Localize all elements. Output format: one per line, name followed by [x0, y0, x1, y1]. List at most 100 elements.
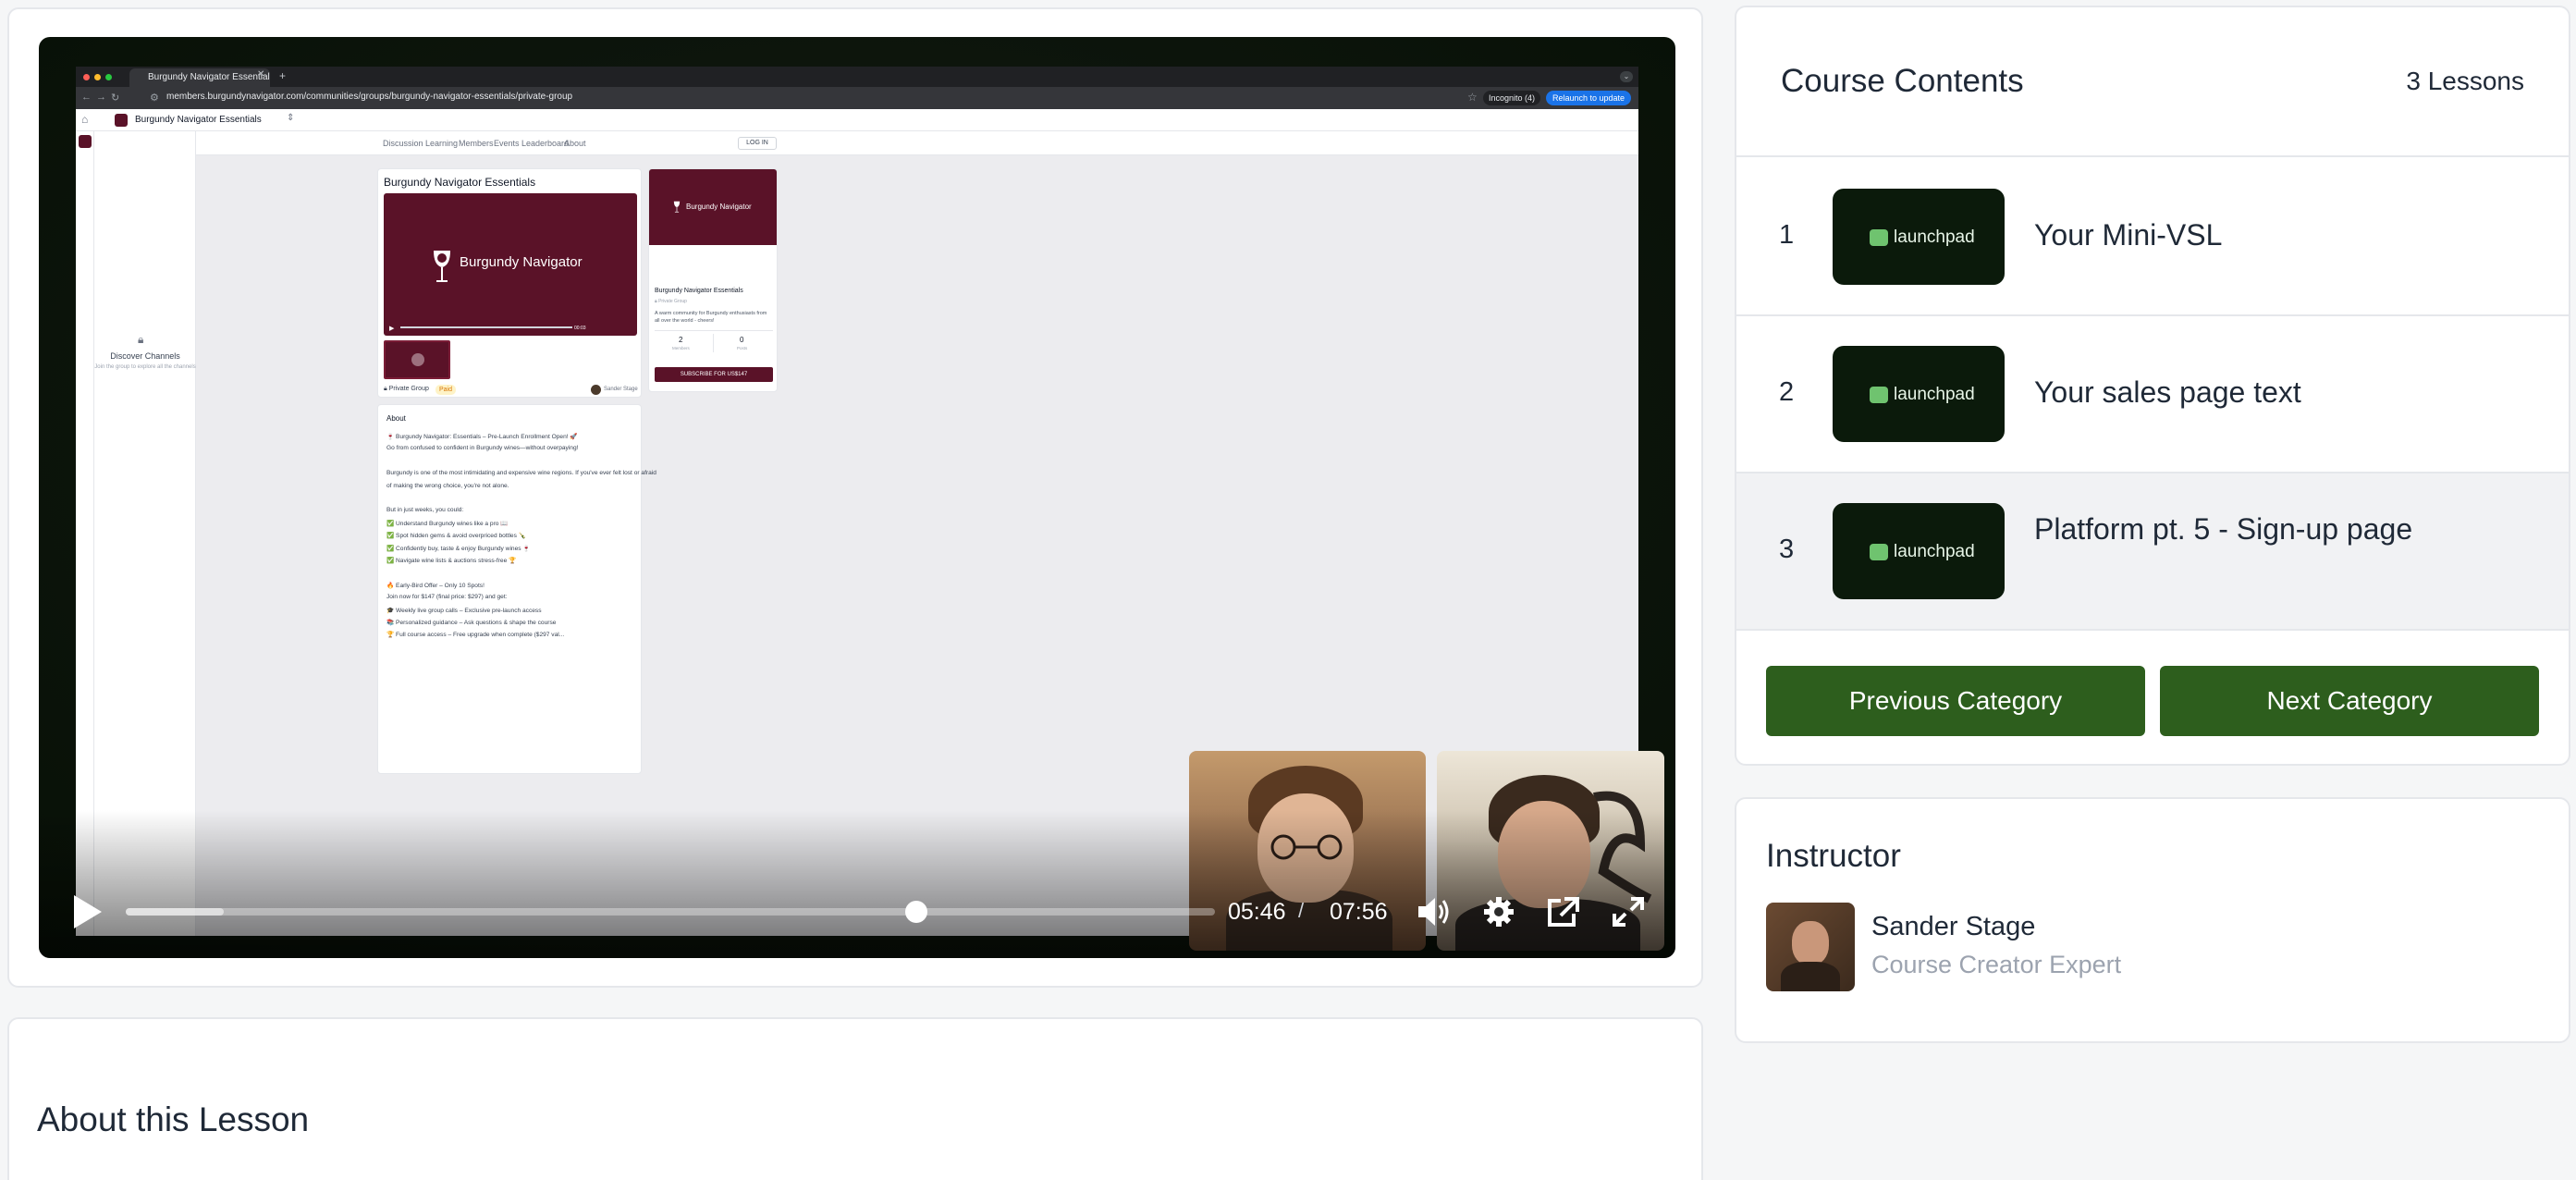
about-line: But in just weeks, you could: — [386, 507, 464, 514]
avatar-face — [1792, 921, 1829, 965]
lesson-number: 2 — [1779, 377, 1795, 407]
about-line: ✅ Understand Burgundy wines like a pro 📖 — [386, 520, 509, 527]
switch-chevron-icon: ⇕ — [287, 113, 295, 123]
community-private: 🔒︎ Private Group — [655, 299, 687, 304]
about-line: of making the wrong choice, you're not a… — [386, 482, 509, 489]
posts-count: 0 — [740, 336, 744, 344]
inner-play-icon: ▶ — [389, 326, 395, 332]
settings-gear-icon[interactable] — [1481, 895, 1516, 928]
video-player[interactable]: Burgundy Navigator Essentials ✕ + ⌄ ← → … — [39, 37, 1675, 958]
next-category-button[interactable]: Next Category — [2160, 666, 2539, 736]
close-dot-icon — [83, 74, 90, 80]
lesson-item-1[interactable]: 1 launchpad Your Mini-VSL — [1736, 159, 2569, 316]
thumbnail-brand: launchpad — [1894, 542, 1975, 561]
controls-gradient — [39, 810, 1675, 958]
play-icon[interactable] — [70, 893, 104, 930]
lesson-thumbnail: launchpad — [1833, 503, 2005, 599]
about-card: About 🍷 Burgundy Navigator: Essentials –… — [377, 404, 656, 774]
community-name: Burgundy Navigator Essentials — [655, 288, 743, 294]
about-line: Go from confused to confident in Burgund… — [386, 445, 579, 452]
group-card: Burgundy Navigator Essentials Burgundy N… — [377, 168, 642, 398]
video-thumbnail — [384, 340, 450, 379]
launchpad-logo-icon — [1870, 387, 1888, 403]
lesson-thumbnail: launchpad — [1833, 346, 2005, 442]
about-line: 📚 Personalized guidance – Ask questions … — [386, 620, 557, 626]
previous-category-button[interactable]: Previous Category — [1766, 666, 2145, 736]
inner-time: 00:03 — [574, 326, 586, 331]
seek-bar[interactable] — [126, 901, 1215, 923]
nav-about: About — [564, 139, 586, 148]
lock-icon: 🔒︎ — [138, 333, 144, 346]
browser-url: members.burgundynavigator.com/communitie… — [166, 92, 573, 102]
about-lesson-card: About this Lesson — [7, 1017, 1703, 1180]
community-description: A warm community for Burgundy enthusiast… — [655, 311, 767, 324]
group-badge-icon — [79, 135, 92, 148]
divider — [713, 334, 714, 352]
about-lesson-title: About this Lesson — [37, 1100, 310, 1138]
lesson-item-3[interactable]: 3 launchpad Platform pt. 5 - Sign-up pag… — [1736, 473, 2569, 631]
instructor-card: Instructor Sander Stage Course Creator E… — [1735, 797, 2570, 1043]
group-title: Burgundy Navigator Essentials — [384, 176, 536, 189]
owner-name: Sander Stage — [604, 387, 638, 392]
nav-members: Members — [459, 139, 494, 148]
about-line: ✅ Navigate wine lists & auctions stress-… — [386, 558, 517, 564]
incognito-badge: Incognito (4) — [1483, 91, 1541, 105]
nav-learning: Learning — [425, 139, 459, 148]
back-icon: ← — [81, 92, 92, 103]
duration: 07:56 — [1330, 899, 1388, 925]
community-private-label: Private Group — [658, 299, 687, 304]
launchpad-logo-icon — [1870, 544, 1888, 560]
minimize-dot-icon — [94, 74, 101, 80]
lesson-title: Platform pt. 5 - Sign-up page — [2034, 512, 2413, 546]
members-label: Members — [672, 346, 690, 350]
browser-address-bar: ← → ↻ ⚙ members.burgundynavigator.com/co… — [76, 87, 1638, 109]
course-contents-title: Course Contents — [1781, 63, 2024, 99]
private-group-tag: 🔒︎ Private Group — [384, 386, 429, 392]
instructor-avatar — [1766, 903, 1855, 991]
community-card: Burgundy Navigator Burgundy Navigator Es… — [648, 168, 778, 392]
about-line: Join now for $147 (final price: $297) an… — [386, 594, 508, 601]
posts-label: Posts — [737, 346, 748, 350]
browser-tab-strip: Burgundy Navigator Essentials ✕ + ⌄ — [76, 67, 1638, 87]
avatar-shoulders — [1781, 962, 1840, 991]
video-card: Burgundy Navigator Essentials ✕ + ⌄ ← → … — [7, 7, 1703, 988]
tab-close-icon: ✕ — [257, 69, 265, 80]
instructor-role: Course Creator Expert — [1871, 951, 2122, 978]
paid-tag: Paid — [435, 385, 457, 395]
app-topbar: ⌂ Burgundy Navigator Essentials ⇕ — [76, 109, 1638, 131]
nav-leaderboard: Leaderboard — [521, 139, 570, 148]
home-icon: ⌂ — [81, 113, 89, 126]
lesson-number: 1 — [1779, 220, 1795, 250]
launchpad-logo-icon — [1870, 229, 1888, 246]
lesson-item-2[interactable]: 2 launchpad Your sales page text — [1736, 316, 2569, 473]
new-tab-icon: + — [279, 69, 287, 82]
site-info-icon: ⚙ — [150, 92, 159, 104]
about-line: 🎓 Weekly live group calls – Exclusive pr… — [386, 607, 542, 614]
about-line: Burgundy is one of the most intimidating… — [386, 470, 656, 477]
group-intro-video: Burgundy Navigator ▶ 00:03 — [384, 193, 637, 336]
lesson-count: 3 Lessons — [2406, 67, 2524, 95]
course-contents-header: Course Contents 3 Lessons — [1736, 7, 2569, 157]
fullscreen-icon[interactable] — [1611, 895, 1646, 928]
group-nav: Discussion Learning Members Events Leade… — [196, 131, 1638, 155]
browser-tab-title: Burgundy Navigator Essentials — [148, 72, 270, 82]
tab-search-icon: ⌄ — [1620, 71, 1633, 82]
volume-icon[interactable] — [1417, 895, 1452, 928]
divider — [655, 330, 773, 331]
seek-buffered — [126, 908, 225, 916]
community-banner: Burgundy Navigator — [649, 169, 777, 245]
about-heading: About — [386, 414, 406, 423]
discover-channels-sub: Join the group to explore all the channe… — [94, 364, 196, 370]
thumbnail-brand: launchpad — [1894, 385, 1975, 404]
relaunch-button: Relaunch to update — [1546, 91, 1632, 105]
about-line: 🏆 Full course access – Free upgrade when… — [386, 632, 565, 639]
lesson-page: Burgundy Navigator Essentials ✕ + ⌄ ← → … — [0, 0, 2576, 1180]
banner-title: Burgundy Navigator — [686, 203, 752, 211]
course-contents-card: Course Contents 3 Lessons 1 launchpad Yo… — [1735, 6, 2570, 766]
brand-title: Burgundy Navigator — [460, 254, 583, 270]
popout-icon[interactable] — [1546, 895, 1581, 928]
app-group-name: Burgundy Navigator Essentials — [135, 115, 262, 125]
nav-events: Events — [494, 139, 520, 148]
zoom-dot-icon — [105, 74, 112, 80]
wine-glass-icon — [434, 251, 450, 282]
